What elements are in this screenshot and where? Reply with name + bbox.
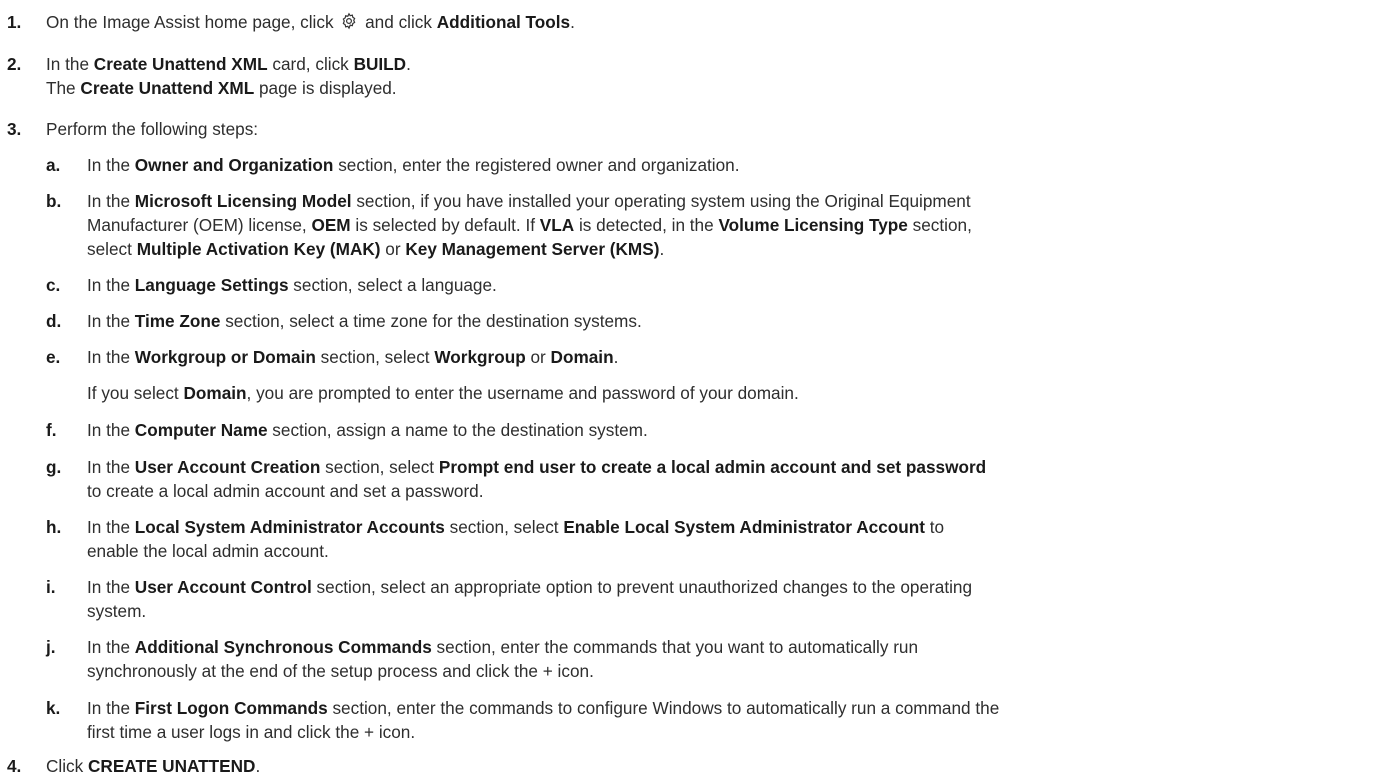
substep-letter: a. — [46, 155, 61, 175]
substep-text: Manufacturer (OEM) license, OEM is selec… — [87, 215, 972, 235]
step-number: 3. — [7, 119, 22, 139]
substep-text: select Multiple Activation Key (MAK) or … — [87, 239, 665, 259]
substep-text: to create a local admin account and set … — [87, 481, 484, 501]
substep-text: In the Microsoft Licensing Model section… — [87, 191, 971, 211]
substep-letter: c. — [46, 275, 61, 295]
substep-letter: j. — [46, 637, 56, 657]
substep-text: system. — [87, 601, 147, 621]
gear-icon — [342, 12, 356, 30]
substep-note: If you select Domain, you are prompted t… — [87, 383, 799, 403]
ui-term: Create Unattend XML — [80, 78, 255, 98]
step-number: 1. — [7, 12, 22, 32]
ui-term: BUILD — [353, 54, 407, 74]
ui-term: Create Unattend XML — [93, 54, 268, 74]
step-text: On the Image Assist home page, click and… — [46, 12, 575, 32]
substep-text: In the First Logon Commands section, ent… — [87, 698, 1000, 718]
step-number: 2. — [7, 54, 22, 74]
substep-text: In the Local System Administrator Accoun… — [87, 517, 945, 537]
step-result-text: The Create Unattend XML page is displaye… — [46, 78, 397, 98]
substep-letter: h. — [46, 517, 62, 537]
substep-text: synchronously at the end of the setup pr… — [87, 661, 594, 681]
substep-letter: f. — [46, 420, 57, 440]
substep-text: In the Additional Synchronous Commands s… — [87, 637, 919, 657]
substep-letter: b. — [46, 191, 62, 211]
substep-letter: d. — [46, 311, 62, 331]
substep-text: In the User Account Creation section, se… — [87, 457, 987, 477]
substep-text: In the Time Zone section, select a time … — [87, 311, 642, 331]
step-text: Perform the following steps: — [46, 119, 259, 139]
substep-text: In the Workgroup or Domain section, sele… — [87, 347, 619, 367]
substep-letter: i. — [46, 577, 56, 597]
ui-term: Additional Tools — [436, 12, 571, 32]
substep-text: In the Owner and Organization section, e… — [87, 155, 740, 175]
substep-letter: e. — [46, 347, 61, 367]
substep-letter: g. — [46, 457, 62, 477]
substep-text: In the User Account Control section, sel… — [87, 577, 973, 597]
substep-text: first time a user logs in and click the … — [87, 722, 416, 742]
step-text: In the Create Unattend XML card, click B… — [46, 54, 411, 74]
substep-letter: k. — [46, 698, 61, 718]
ui-term: CREATE UNATTEND — [88, 756, 256, 776]
step-number: 4. — [7, 756, 22, 776]
step-text: Click CREATE UNATTEND. — [46, 756, 261, 776]
substep-text: In the Computer Name section, assign a n… — [87, 420, 648, 440]
substep-text: enable the local admin account. — [87, 541, 329, 561]
substep-text: In the Language Settings section, select… — [87, 275, 497, 295]
